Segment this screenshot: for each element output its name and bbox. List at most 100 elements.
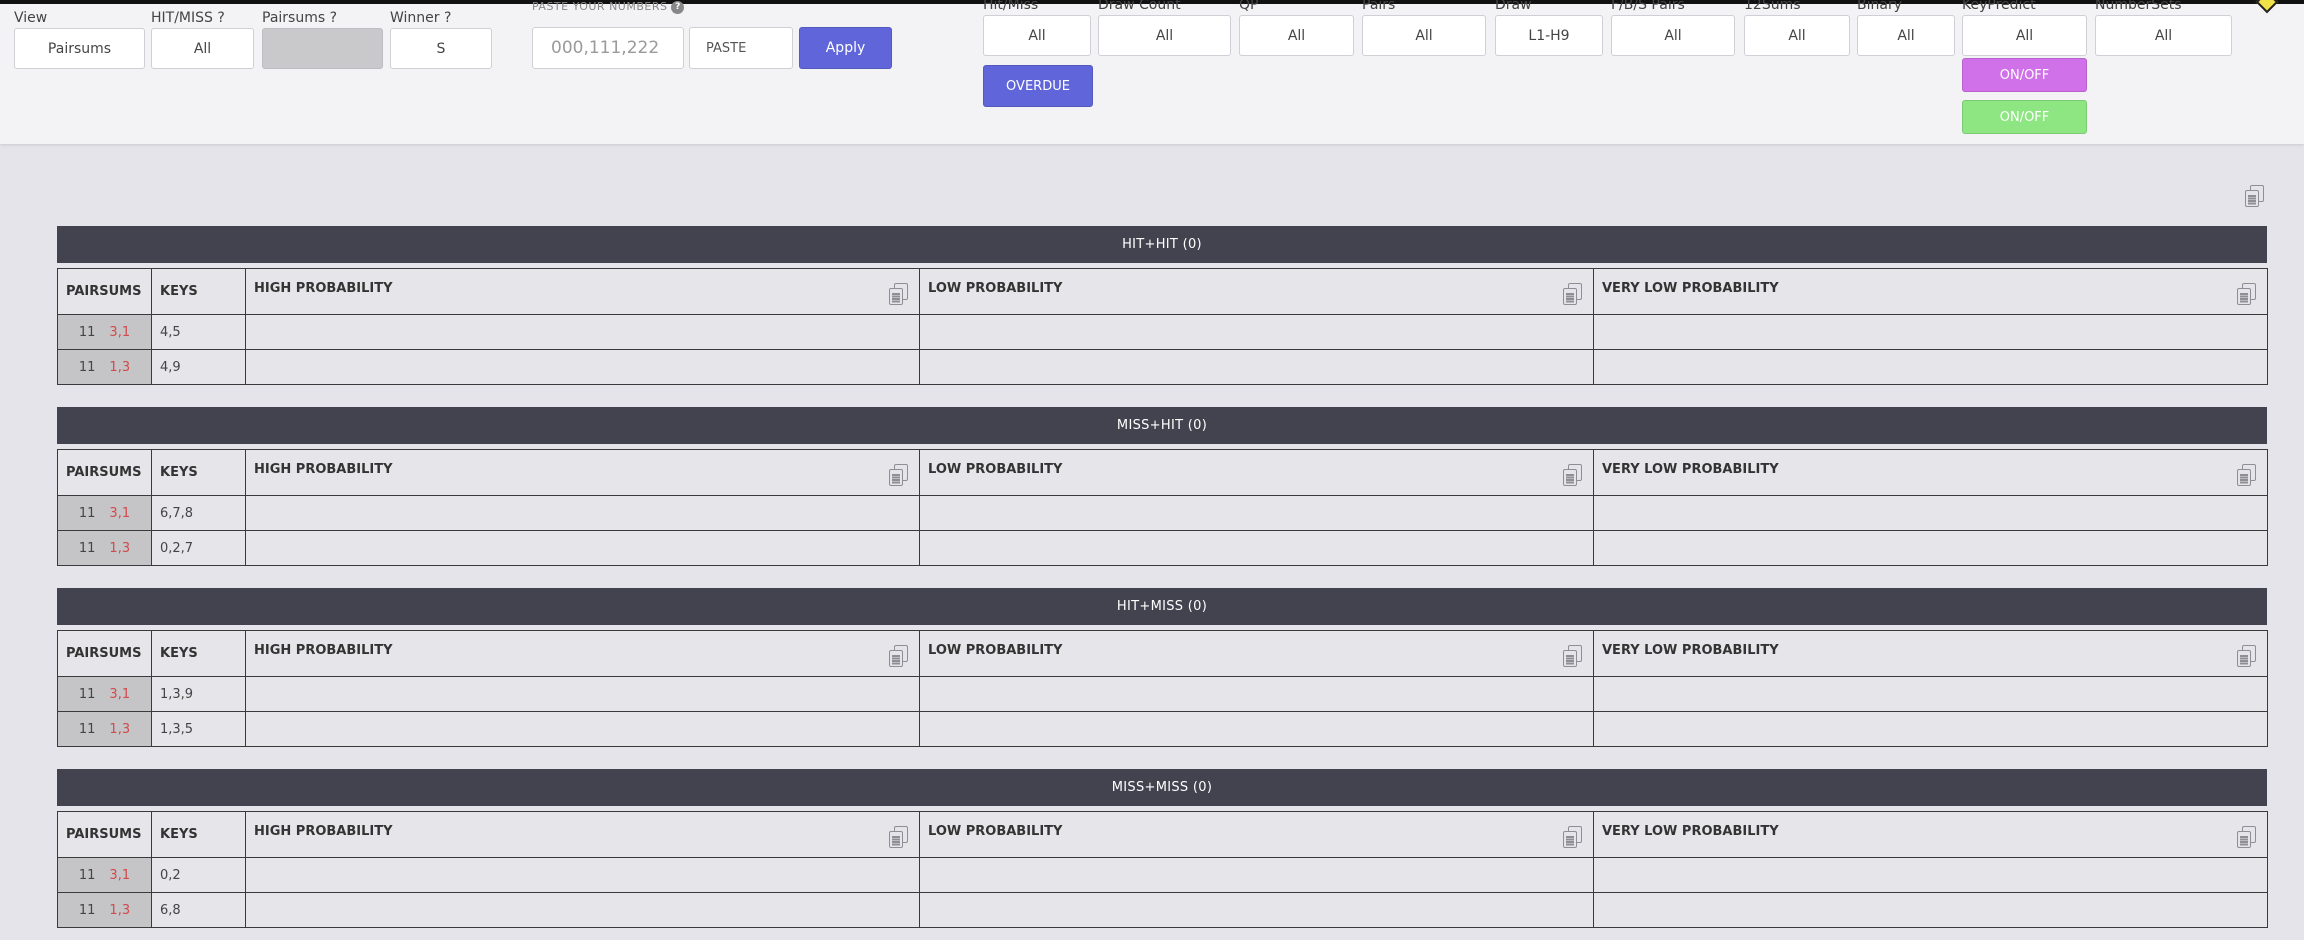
low-prob-cell	[919, 711, 1594, 747]
corner-diamond-icon	[2255, 0, 2279, 14]
copy-icon[interactable]	[2237, 645, 2257, 667]
copy-all-icon[interactable]	[2245, 185, 2265, 207]
result-table: PAIRSUMS KEYS HIGH PROBABILITY LOW PROBABIL…	[57, 811, 2268, 928]
keypredict-toggle-green[interactable]: ON/OFF	[1962, 100, 2087, 134]
winner-label: Winner ?	[390, 10, 452, 26]
section-header: MISS+MISS (0)	[57, 769, 2267, 806]
filter-12sums-select[interactable]: All	[1744, 15, 1850, 56]
col-header-vlow: VERY LOW PROBABILITY	[1593, 268, 2268, 315]
table-row: 11 1,3 4,9	[57, 349, 2268, 385]
table-row: 11 1,3 6,8	[57, 892, 2268, 928]
copy-icon[interactable]	[889, 464, 909, 486]
col-header-pairsums: PAIRSUMS	[57, 449, 152, 496]
filter-draw-select[interactable]: L1-H9	[1495, 15, 1603, 56]
table-row: 11 3,1 4,5	[57, 314, 2268, 350]
section-header: HIT+MISS (0)	[57, 588, 2267, 625]
table-header-row: PAIRSUMS KEYS HIGH PROBABILITY LOW PROBABIL…	[57, 630, 2268, 677]
keys-cell: 1,3,9	[151, 676, 246, 712]
section-header: MISS+HIT (0)	[57, 407, 2267, 444]
paste-button[interactable]: PASTE	[689, 27, 793, 69]
table-header-row: PAIRSUMS KEYS HIGH PROBABILITY LOW PROBABIL…	[57, 449, 2268, 496]
copy-icon[interactable]	[1563, 464, 1583, 486]
filter-drawcount-label: Draw Count	[1098, 0, 1181, 13]
hitmiss-label: HIT/MISS ?	[151, 10, 225, 26]
keypredict-toggle-purple[interactable]: ON/OFF	[1962, 58, 2087, 92]
pairsum-cell: 11 1,3	[57, 892, 152, 928]
filter-pairs-select[interactable]: All	[1362, 15, 1486, 56]
vlow-prob-cell	[1593, 892, 2268, 928]
pairsums-label: Pairsums ?	[262, 10, 338, 26]
hitmiss-select[interactable]: All	[151, 28, 254, 69]
low-prob-cell	[919, 530, 1594, 566]
paste-numbers-input[interactable]: 000,111,222	[532, 27, 684, 69]
high-prob-cell	[245, 711, 920, 747]
filter-qp-label: QP	[1239, 0, 1259, 13]
pairsum-cell: 11 1,3	[57, 349, 152, 385]
copy-icon[interactable]	[2237, 283, 2257, 305]
vlow-prob-cell	[1593, 314, 2268, 350]
result-table: PAIRSUMS KEYS HIGH PROBABILITY LOW PROBABIL…	[57, 630, 2268, 747]
help-icon[interactable]: ?	[671, 1, 685, 14]
copy-icon[interactable]	[889, 645, 909, 667]
filter-numbersets-select[interactable]: All	[2095, 15, 2232, 56]
table-row: 11 3,1 1,3,9	[57, 676, 2268, 712]
col-header-low: LOW PROBABILITY	[919, 630, 1594, 677]
low-prob-cell	[919, 314, 1594, 350]
high-prob-cell	[245, 530, 920, 566]
col-header-pairsums: PAIRSUMS	[57, 811, 152, 858]
col-header-keys: KEYS	[151, 268, 246, 315]
vlow-prob-cell	[1593, 530, 2268, 566]
low-prob-cell	[919, 676, 1594, 712]
pairsum-cell: 11 3,1	[57, 857, 152, 893]
pairsum-cell: 11 1,3	[57, 530, 152, 566]
low-prob-cell	[919, 349, 1594, 385]
filter-binary-select[interactable]: All	[1857, 15, 1955, 56]
high-prob-cell	[245, 857, 920, 893]
filter-fbspairs-select[interactable]: All	[1611, 15, 1735, 56]
copy-icon[interactable]	[1563, 826, 1583, 848]
filter-numbersets-label: NumberSets	[2095, 0, 2182, 13]
copy-icon[interactable]	[2237, 826, 2257, 848]
col-header-low: LOW PROBABILITY	[919, 449, 1594, 496]
vlow-prob-cell	[1593, 711, 2268, 747]
keys-cell: 0,2,7	[151, 530, 246, 566]
filter-keypredict-label: KeyPredict	[1962, 0, 2036, 13]
top-toolbar: View Pairsums HIT/MISS ? All Pairsums ? …	[0, 0, 2304, 144]
high-prob-cell	[245, 349, 920, 385]
filter-keypredict-select[interactable]: All	[1962, 15, 2087, 56]
high-prob-cell	[245, 314, 920, 350]
filter-draw-label: Draw	[1495, 0, 1532, 13]
copy-icon[interactable]	[889, 283, 909, 305]
pairsums-select[interactable]	[262, 28, 383, 69]
filter-qp-select[interactable]: All	[1239, 15, 1354, 56]
low-prob-cell	[919, 857, 1594, 893]
vlow-prob-cell	[1593, 349, 2268, 385]
table-row: 11 3,1 0,2	[57, 857, 2268, 893]
table-row: 11 1,3 0,2,7	[57, 530, 2268, 566]
view-select[interactable]: Pairsums	[14, 28, 145, 69]
filter-drawcount-select[interactable]: All	[1098, 15, 1231, 56]
pairsum-cell: 11 1,3	[57, 711, 152, 747]
col-header-vlow: VERY LOW PROBABILITY	[1593, 630, 2268, 677]
copy-icon[interactable]	[889, 826, 909, 848]
keys-cell: 6,7,8	[151, 495, 246, 531]
filter-pairs-label: Pairs	[1362, 0, 1396, 13]
result-table: PAIRSUMS KEYS HIGH PROBABILITY LOW PROBABIL…	[57, 268, 2268, 385]
col-header-high: HIGH PROBABILITY	[245, 630, 920, 677]
filter-hitmiss-label: Hit/Miss	[983, 0, 1039, 13]
table-header-row: PAIRSUMS KEYS HIGH PROBABILITY LOW PROBABIL…	[57, 268, 2268, 315]
high-prob-cell	[245, 892, 920, 928]
copy-icon[interactable]	[1563, 645, 1583, 667]
copy-icon[interactable]	[2237, 464, 2257, 486]
low-prob-cell	[919, 495, 1594, 531]
col-header-high: HIGH PROBABILITY	[245, 449, 920, 496]
filter-12sums-label: 12Sums	[1744, 0, 1801, 13]
table-header-row: PAIRSUMS KEYS HIGH PROBABILITY LOW PROBABIL…	[57, 811, 2268, 858]
overdue-button[interactable]: OVERDUE	[983, 65, 1093, 107]
col-header-pairsums: PAIRSUMS	[57, 630, 152, 677]
apply-button[interactable]: Apply	[799, 27, 892, 69]
copy-icon[interactable]	[1563, 283, 1583, 305]
winner-select[interactable]: S	[390, 28, 492, 69]
filter-hitmiss-select[interactable]: All	[983, 15, 1091, 56]
keys-cell: 6,8	[151, 892, 246, 928]
